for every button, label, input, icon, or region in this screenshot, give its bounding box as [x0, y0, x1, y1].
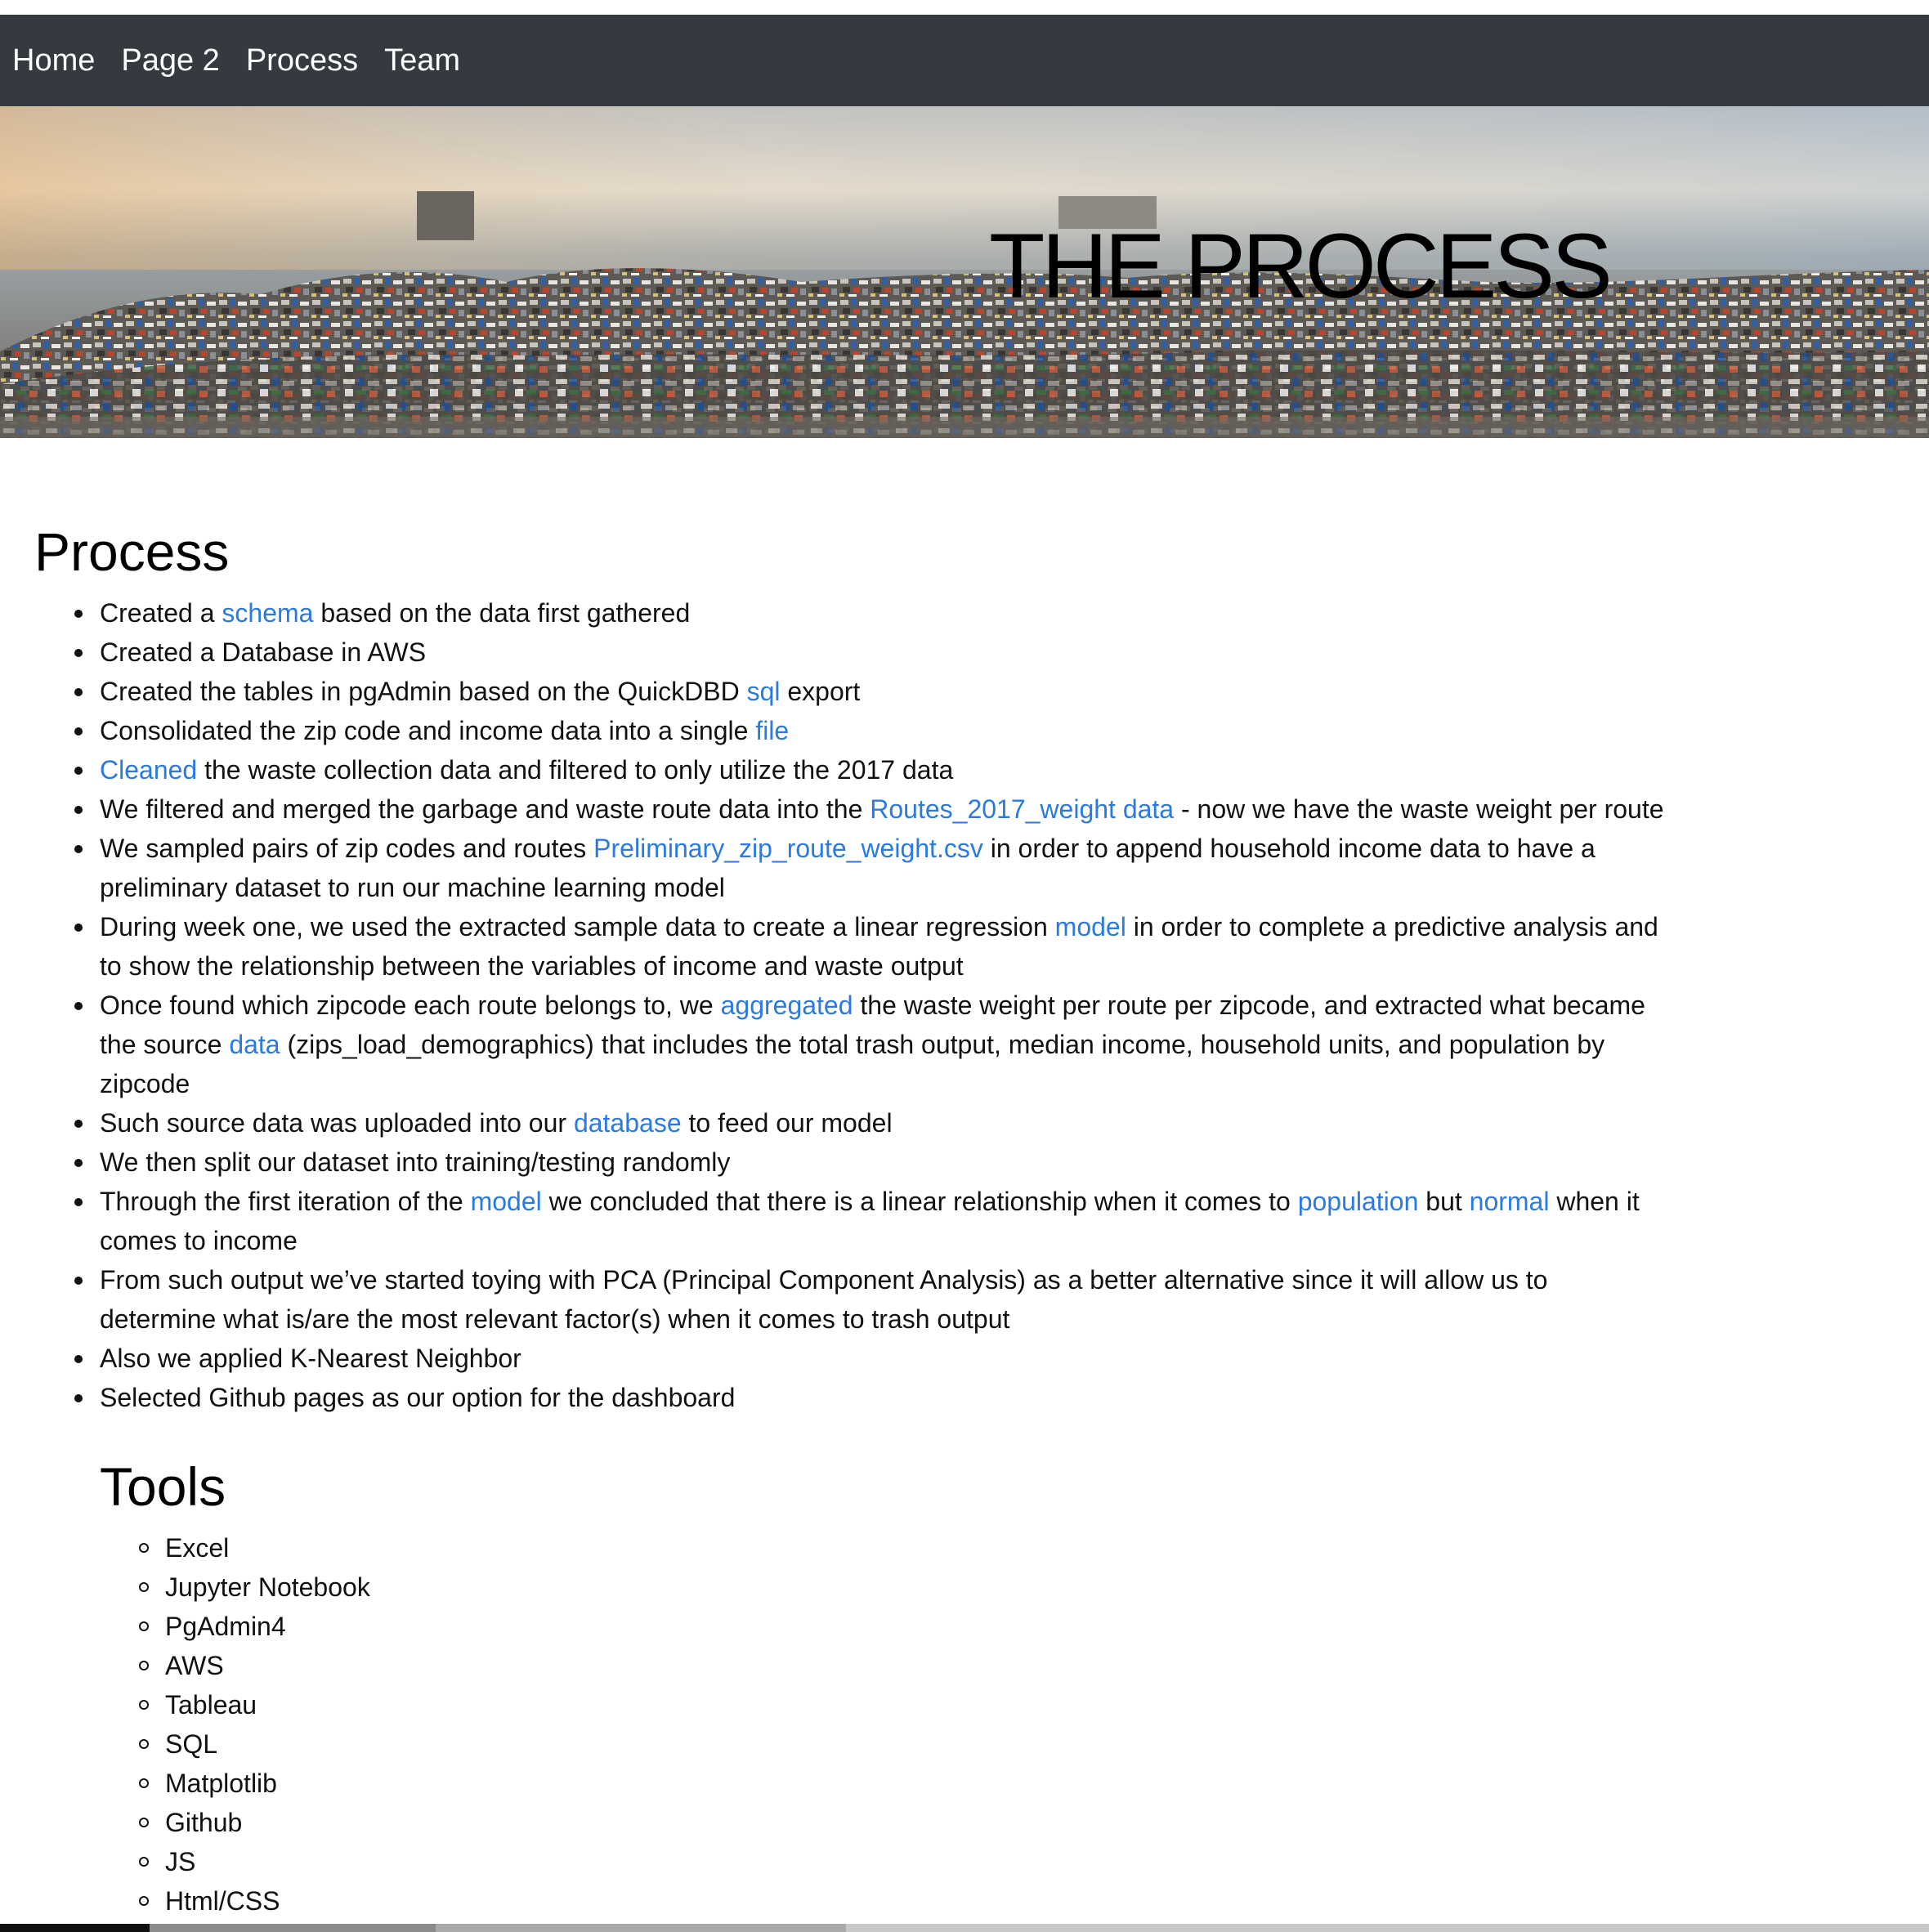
window-top-strip	[0, 0, 1929, 15]
process-list-item: Created a Database in AWS	[74, 633, 1669, 672]
process-text: Created the tables in pgAdmin based on t…	[100, 677, 747, 706]
process-list-item: We sampled pairs of zip codes and routes…	[74, 829, 1669, 907]
process-text: to feed our model	[681, 1108, 893, 1138]
process-list-item: Selected Github pages as our option for …	[74, 1378, 1669, 1417]
tool-list-item: Excel	[139, 1528, 370, 1568]
process-list-item: Created a schema based on the data first…	[74, 593, 1669, 633]
process-text: (zips_load_demographics) that includes t…	[100, 1030, 1605, 1098]
process-list-item: Also we applied K-Nearest Neighbor	[74, 1339, 1669, 1378]
process-text: Once found which zipcode each route belo…	[100, 991, 721, 1020]
tool-list-item: JS	[139, 1842, 370, 1881]
tool-list-item: SQL	[139, 1724, 370, 1764]
process-text: We filtered and merged the garbage and w…	[100, 794, 871, 824]
process-link[interactable]: data	[229, 1030, 280, 1059]
process-text: Created a	[100, 598, 222, 628]
landfill-banner-image	[0, 106, 1929, 438]
tools-list: Excel Jupyter Notebook PgAdmin4 AWS Tableau S…	[139, 1528, 370, 1921]
process-list-item: During week one, we used the extracted s…	[74, 907, 1669, 986]
tool-list-item: Github	[139, 1803, 370, 1842]
process-text: We sampled pairs of zip codes and routes	[100, 834, 594, 863]
scrollbar-mid-segment	[150, 1924, 436, 1932]
process-link[interactable]: Routes_2017_weight data	[870, 794, 1174, 824]
tool-list-item: Jupyter Notebook	[139, 1568, 370, 1607]
nav-team-link[interactable]: Team	[384, 45, 460, 76]
process-link[interactable]: model	[1055, 912, 1126, 941]
process-text: the waste collection data and filtered t…	[197, 755, 954, 785]
process-link[interactable]: schema	[222, 598, 313, 628]
process-list-item: Through the first iteration of the model…	[74, 1182, 1669, 1260]
process-link[interactable]: normal	[1470, 1187, 1550, 1216]
process-text: - now we have the waste weight per route	[1174, 794, 1664, 824]
tool-list-item: Matplotlib	[139, 1764, 370, 1803]
process-text: Created a Database in AWS	[100, 637, 427, 667]
process-text: but	[1418, 1187, 1470, 1216]
process-link[interactable]: file	[755, 716, 789, 745]
process-list-item: Such source data was uploaded into our d…	[74, 1103, 1669, 1143]
nav-home-link[interactable]: Home	[12, 45, 95, 76]
process-list-item: From such output we’ve started toying wi…	[74, 1260, 1669, 1339]
tool-list-item: AWS	[139, 1646, 370, 1685]
process-link[interactable]: Preliminary_zip_route_weight.csv	[593, 834, 983, 863]
tools-heading: Tools	[100, 1456, 226, 1517]
process-text: based on the data first gathered	[313, 598, 691, 628]
scrollbar-left-segment	[0, 1924, 150, 1932]
process-list-item: We filtered and merged the garbage and w…	[74, 789, 1669, 829]
process-list-item: Created the tables in pgAdmin based on t…	[74, 672, 1669, 711]
process-text: we concluded that there is a linear rela…	[541, 1187, 1298, 1216]
process-text: We then split our dataset into training/…	[100, 1147, 731, 1177]
process-text: Consolidated the zip code and income dat…	[100, 716, 756, 745]
horizontal-scrollbar[interactable]	[0, 1924, 1929, 1932]
process-link[interactable]: model	[471, 1187, 542, 1216]
process-text: During week one, we used the extracted s…	[100, 912, 1055, 941]
process-link[interactable]: population	[1298, 1187, 1419, 1216]
tool-list-item: PgAdmin4	[139, 1607, 370, 1646]
process-link[interactable]: sql	[747, 677, 781, 706]
scrollbar-thumb[interactable]	[436, 1924, 846, 1932]
process-list: Created a schema based on the data first…	[74, 593, 1669, 1417]
process-text: Through the first iteration of the	[100, 1187, 471, 1216]
process-list-item: Cleaned the waste collection data and fi…	[74, 750, 1669, 789]
nav-page2-link[interactable]: Page 2	[121, 45, 219, 76]
process-text: Such source data was uploaded into our	[100, 1108, 574, 1138]
process-link[interactable]: aggregated	[721, 991, 853, 1020]
process-list-item: Consolidated the zip code and income dat…	[74, 711, 1669, 750]
process-list-item: We then split our dataset into training/…	[74, 1143, 1669, 1182]
process-link[interactable]: Cleaned	[100, 755, 197, 785]
process-text: Also we applied K-Nearest Neighbor	[100, 1344, 521, 1373]
process-heading: Process	[34, 521, 230, 582]
tool-list-item: Tableau	[139, 1685, 370, 1724]
tool-list-item: Html/CSS	[139, 1881, 370, 1921]
process-text: export	[780, 677, 861, 706]
process-list-item: Once found which zipcode each route belo…	[74, 986, 1669, 1103]
hero-title: THE PROCESS	[989, 215, 1613, 317]
process-text: Selected Github pages as our option for …	[100, 1383, 736, 1412]
hero-banner: THE PROCESS	[0, 106, 1929, 438]
navbar: Home Page 2 Process Team	[0, 15, 1929, 106]
nav-process-link[interactable]: Process	[246, 45, 358, 76]
process-text: From such output we’ve started toying wi…	[100, 1265, 1548, 1334]
process-link[interactable]: database	[574, 1108, 682, 1138]
